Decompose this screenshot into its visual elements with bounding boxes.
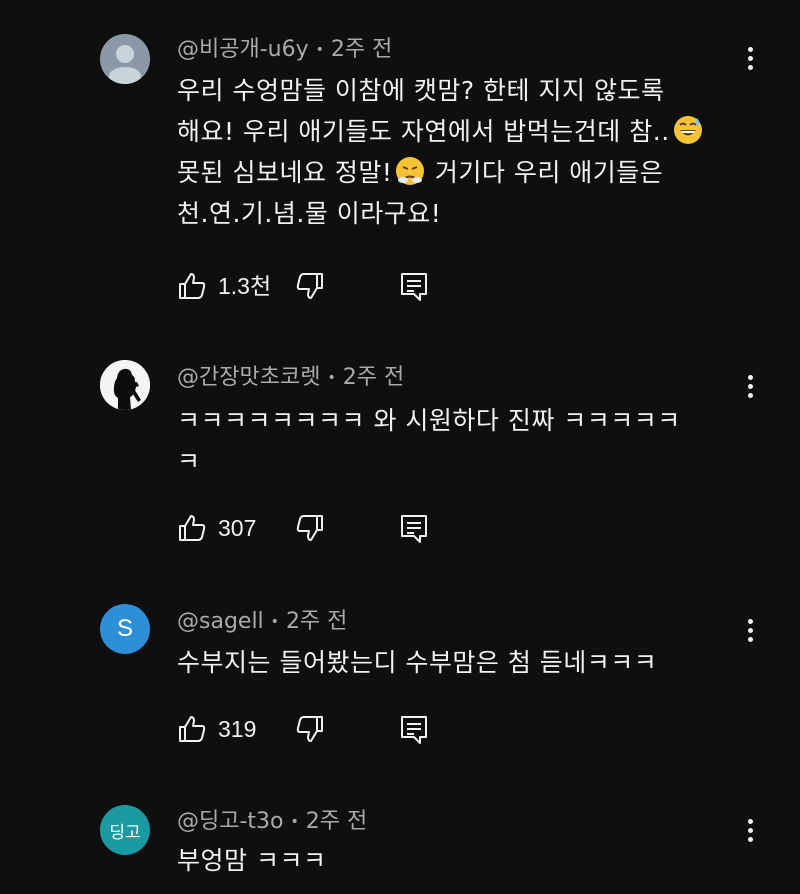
comment-line: 부엉맘 ㅋㅋㅋ [177, 846, 327, 875]
comment-meta: @딩고-t3o • 2주 전 [177, 809, 367, 835]
comment-time[interactable]: 2주 전 [306, 809, 367, 834]
comment-text: 부엉맘 ㅋㅋㅋ [177, 840, 747, 881]
avatar-letter: 딩고 [109, 822, 141, 843]
comment-item: 딩고 @딩고-t3o • 2주 전 부엉맘 ㅋㅋㅋ [0, 0, 800, 894]
avatar[interactable]: 딩고 [100, 805, 150, 855]
comment-author[interactable]: @딩고-t3o [177, 809, 284, 834]
separator: • [290, 814, 299, 830]
